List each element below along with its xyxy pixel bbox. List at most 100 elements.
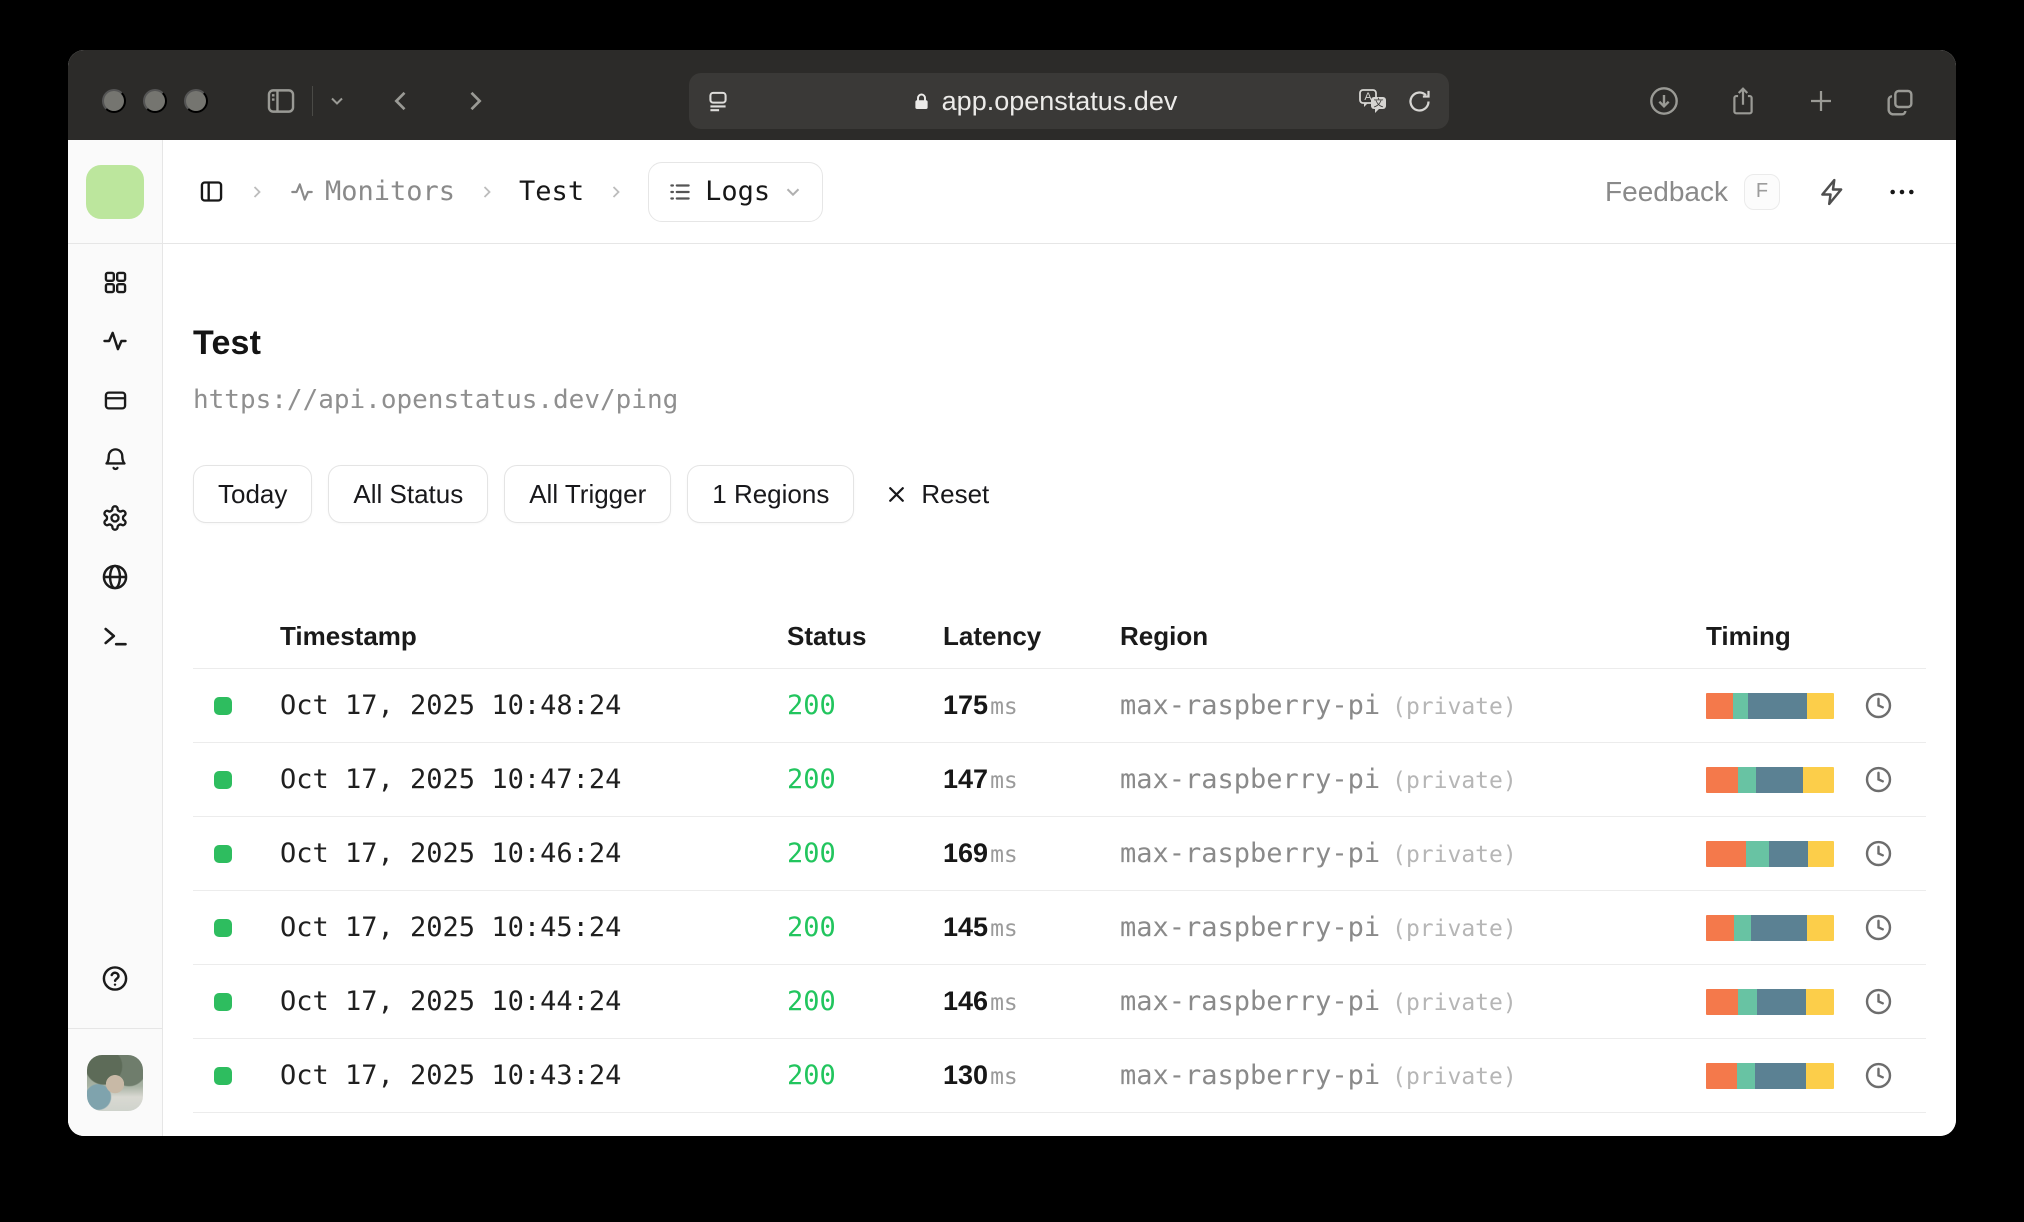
grid-icon: [104, 271, 126, 293]
status-ok-dot: [214, 696, 232, 715]
table-row[interactable]: Oct 17, 2025 10:45:24 200 145 ms max-rasp…: [193, 891, 1926, 965]
bell-icon: [104, 447, 126, 470]
timing-bar[interactable]: [1706, 914, 1834, 941]
reload-button[interactable]: [1406, 88, 1433, 115]
minimize-window-button[interactable]: [143, 89, 167, 113]
sidebar-menu-chevron-button[interactable]: [327, 91, 347, 111]
main-panel: Monitors Test Logs Feedback F Test https…: [163, 140, 1956, 1136]
browser-back-button[interactable]: [387, 87, 415, 115]
timing-details-clock-button[interactable]: [1864, 987, 1893, 1016]
more-options-button[interactable]: [1886, 176, 1918, 208]
zoom-window-button[interactable]: [184, 89, 208, 113]
logs-view-dropdown[interactable]: Logs: [648, 161, 824, 222]
timing-segment: [1768, 840, 1809, 867]
sidebar-item-notifications[interactable]: [101, 445, 129, 473]
close-window-button[interactable]: [102, 89, 126, 113]
row-latency-value: 130: [943, 1060, 989, 1090]
sidebar-item-cli[interactable]: [101, 622, 129, 650]
timing-segment: [1706, 914, 1735, 941]
panel-left-icon: [200, 181, 223, 202]
browser-titlebar: app.openstatus.dev A 文: [68, 50, 1956, 140]
timing-details-clock-button[interactable]: [1864, 913, 1893, 942]
clock-icon: [1865, 766, 1892, 793]
row-region: max-raspberry-pi: [1120, 690, 1381, 721]
quick-actions-button[interactable]: [1818, 177, 1848, 207]
row-latency-value: 146: [943, 986, 989, 1016]
sidebar-item-settings[interactable]: [101, 504, 129, 532]
tab-overview-button[interactable]: [1884, 85, 1916, 117]
column-header-latency: Latency: [943, 621, 1042, 651]
browser-sidebar-toggle-button[interactable]: [264, 84, 298, 118]
row-timestamp: Oct 17, 2025 10:48:24: [280, 690, 622, 721]
row-region: max-raspberry-pi: [1120, 764, 1381, 795]
sidebar-nav: [101, 244, 129, 650]
download-icon: [1650, 87, 1678, 115]
app-sidebar-toggle-button[interactable]: [198, 178, 225, 205]
timing-bar[interactable]: [1706, 692, 1834, 719]
timing-bar[interactable]: [1706, 988, 1834, 1015]
timing-segment: [1706, 840, 1746, 867]
translate-button[interactable]: A 文: [1358, 87, 1390, 115]
timing-bar[interactable]: [1706, 766, 1834, 793]
address-bar[interactable]: app.openstatus.dev A 文: [688, 73, 1449, 129]
sidebar-item-regions[interactable]: [101, 563, 129, 591]
window-controls: [102, 89, 208, 113]
activity-icon: [291, 182, 313, 201]
log-table: Timestamp Status Latency Region Timing O…: [193, 605, 1926, 1113]
timing-details-clock-button[interactable]: [1864, 1061, 1893, 1090]
status-filter-button[interactable]: All Status: [328, 465, 489, 523]
timing-bar[interactable]: [1706, 840, 1834, 867]
share-button[interactable]: [1728, 85, 1758, 117]
user-avatar[interactable]: [87, 1054, 143, 1111]
trigger-filter-button[interactable]: All Trigger: [504, 465, 672, 523]
breadcrumb-monitors[interactable]: Monitors: [289, 176, 455, 207]
timing-details-clock-button[interactable]: [1864, 765, 1893, 794]
reset-label: Reset: [921, 478, 990, 509]
row-status-code: 200: [787, 764, 836, 795]
workspace-logo[interactable]: [86, 164, 144, 219]
reload-icon: [1408, 90, 1430, 112]
sidebar-item-status-pages[interactable]: [101, 386, 129, 414]
reset-filters-button[interactable]: Reset: [884, 479, 989, 510]
table-row[interactable]: Oct 17, 2025 10:47:24 200 147 ms max-rasp…: [193, 743, 1926, 817]
page-format-icon[interactable]: [705, 88, 731, 114]
sidebar-item-dashboard[interactable]: [101, 268, 129, 296]
timing-details-clock-button[interactable]: [1864, 691, 1893, 720]
feedback-label: Feedback: [1605, 175, 1728, 207]
date-filter-button[interactable]: Today: [193, 465, 313, 523]
chevron-right-icon: [470, 91, 482, 111]
row-latency-value: 147: [943, 764, 989, 794]
lock-icon: [915, 93, 928, 109]
column-header-timestamp: Timestamp: [280, 621, 417, 651]
timing-segment: [1808, 840, 1834, 867]
timing-segment: [1805, 1062, 1834, 1089]
new-tab-button[interactable]: [1806, 86, 1836, 116]
row-region-note: (private): [1392, 842, 1517, 868]
regions-filter-button[interactable]: 1 Regions: [687, 465, 855, 523]
timing-segment: [1706, 692, 1733, 719]
table-row[interactable]: Oct 17, 2025 10:43:24 200 130 ms max-rasp…: [193, 1039, 1926, 1113]
row-status-code: 200: [787, 1060, 836, 1091]
breadcrumb-monitors-label: Monitors: [325, 176, 456, 207]
filter-bar: Today All Status All Trigger 1 Regions R…: [193, 465, 1926, 523]
timing-segment: [1807, 914, 1834, 941]
row-latency-unit: ms: [990, 694, 1018, 720]
clock-icon: [1865, 914, 1892, 941]
svg-text:文: 文: [1373, 97, 1383, 110]
timing-bar[interactable]: [1706, 1062, 1834, 1089]
table-row[interactable]: Oct 17, 2025 10:44:24 200 146 ms max-rasp…: [193, 965, 1926, 1039]
address-bar-url: app.openstatus.dev: [941, 85, 1178, 116]
monitor-url: https://api.openstatus.dev/ping: [193, 385, 679, 415]
sidebar-item-monitors[interactable]: [101, 327, 129, 355]
help-button[interactable]: [101, 964, 129, 992]
breadcrumb-monitor-name[interactable]: Test: [519, 176, 584, 207]
timing-details-clock-button[interactable]: [1864, 839, 1893, 868]
row-latency-value: 169: [943, 838, 989, 868]
table-row[interactable]: Oct 17, 2025 10:48:24 200 175 ms max-rasp…: [193, 669, 1926, 743]
downloads-button[interactable]: [1648, 85, 1680, 117]
list-icon: [670, 183, 690, 200]
browser-forward-button[interactable]: [461, 87, 489, 115]
feedback-button[interactable]: Feedback F: [1605, 173, 1780, 210]
table-row[interactable]: Oct 17, 2025 10:46:24 200 169 ms max-rasp…: [193, 817, 1926, 891]
row-timestamp: Oct 17, 2025 10:47:24: [280, 764, 622, 795]
